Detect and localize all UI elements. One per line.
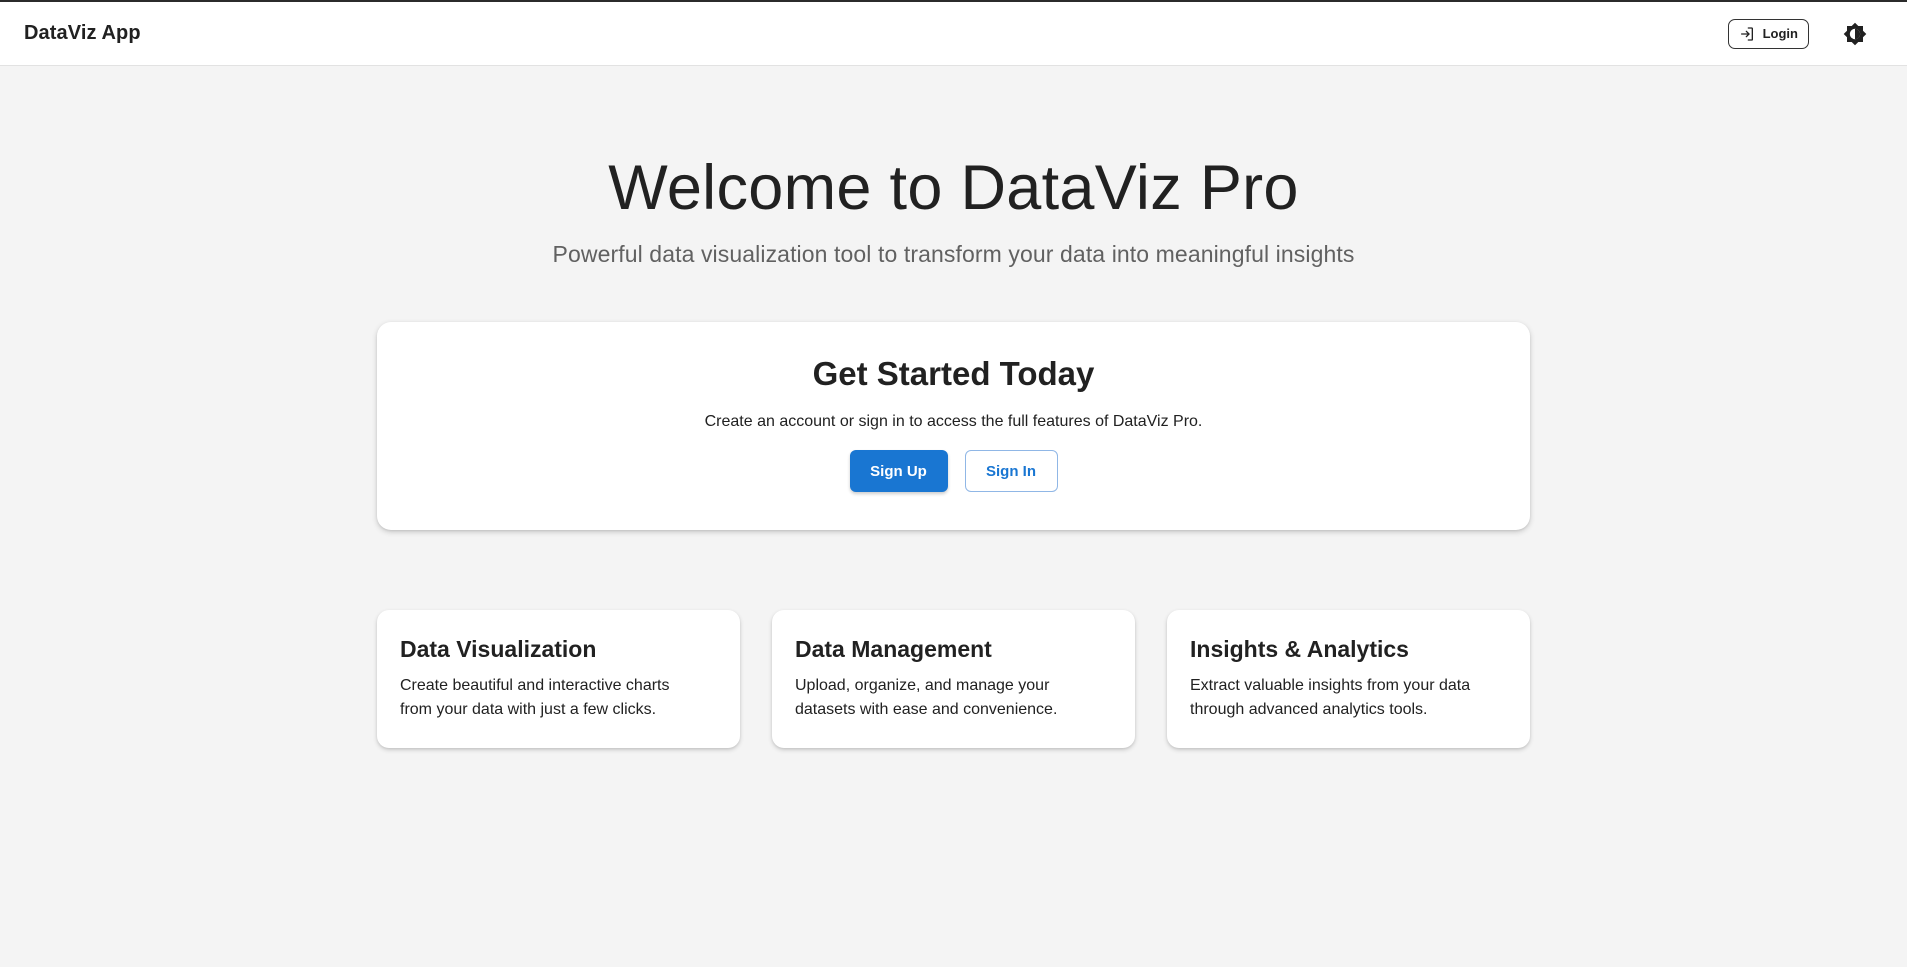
feature-description: Create beautiful and interactive charts … [400,677,670,719]
feature-cards: Data Visualization Create beautiful and … [377,610,1530,749]
brand-title[interactable]: DataViz App [24,22,141,45]
cta-description: Create an account or sign in to access t… [704,413,1203,431]
feature-title: Insights & Analytics [1190,636,1409,663]
feature-card-data-management: Data Management Upload, organize, and ma… [772,610,1135,749]
app-window: DataViz App Login Welcome to DataViz Pro… [0,0,1907,967]
get-started-card: Get Started Today Create an account or s… [377,322,1530,531]
feature-description: Upload, organize, and manage your datase… [795,677,1058,719]
sign-in-button[interactable]: Sign In [964,450,1058,493]
sign-up-button[interactable]: Sign Up [849,450,948,493]
brightness-icon [1843,22,1867,46]
feature-title: Data Management [795,636,992,663]
hero-title: Welcome to DataViz Pro [608,153,1299,223]
cta-title: Get Started Today [812,355,1095,393]
main-content: Welcome to DataViz Pro Powerful data vis… [0,66,1907,749]
login-button[interactable]: Login [1727,18,1809,49]
cta-actions: Sign Up Sign In [849,450,1058,493]
app-bar: DataViz App Login [0,2,1907,66]
feature-card-data-visualization: Data Visualization Create beautiful and … [377,610,740,749]
login-icon [1739,26,1755,42]
theme-toggle-button[interactable] [1839,18,1871,50]
login-label: Login [1762,26,1798,41]
feature-title: Data Visualization [400,636,597,663]
appbar-actions: Login [1727,18,1883,50]
feature-card-insights-analytics: Insights & Analytics Extract valuable in… [1167,610,1530,749]
hero-subtitle: Powerful data visualization tool to tran… [552,241,1355,268]
feature-description: Extract valuable insights from your data… [1190,677,1471,719]
